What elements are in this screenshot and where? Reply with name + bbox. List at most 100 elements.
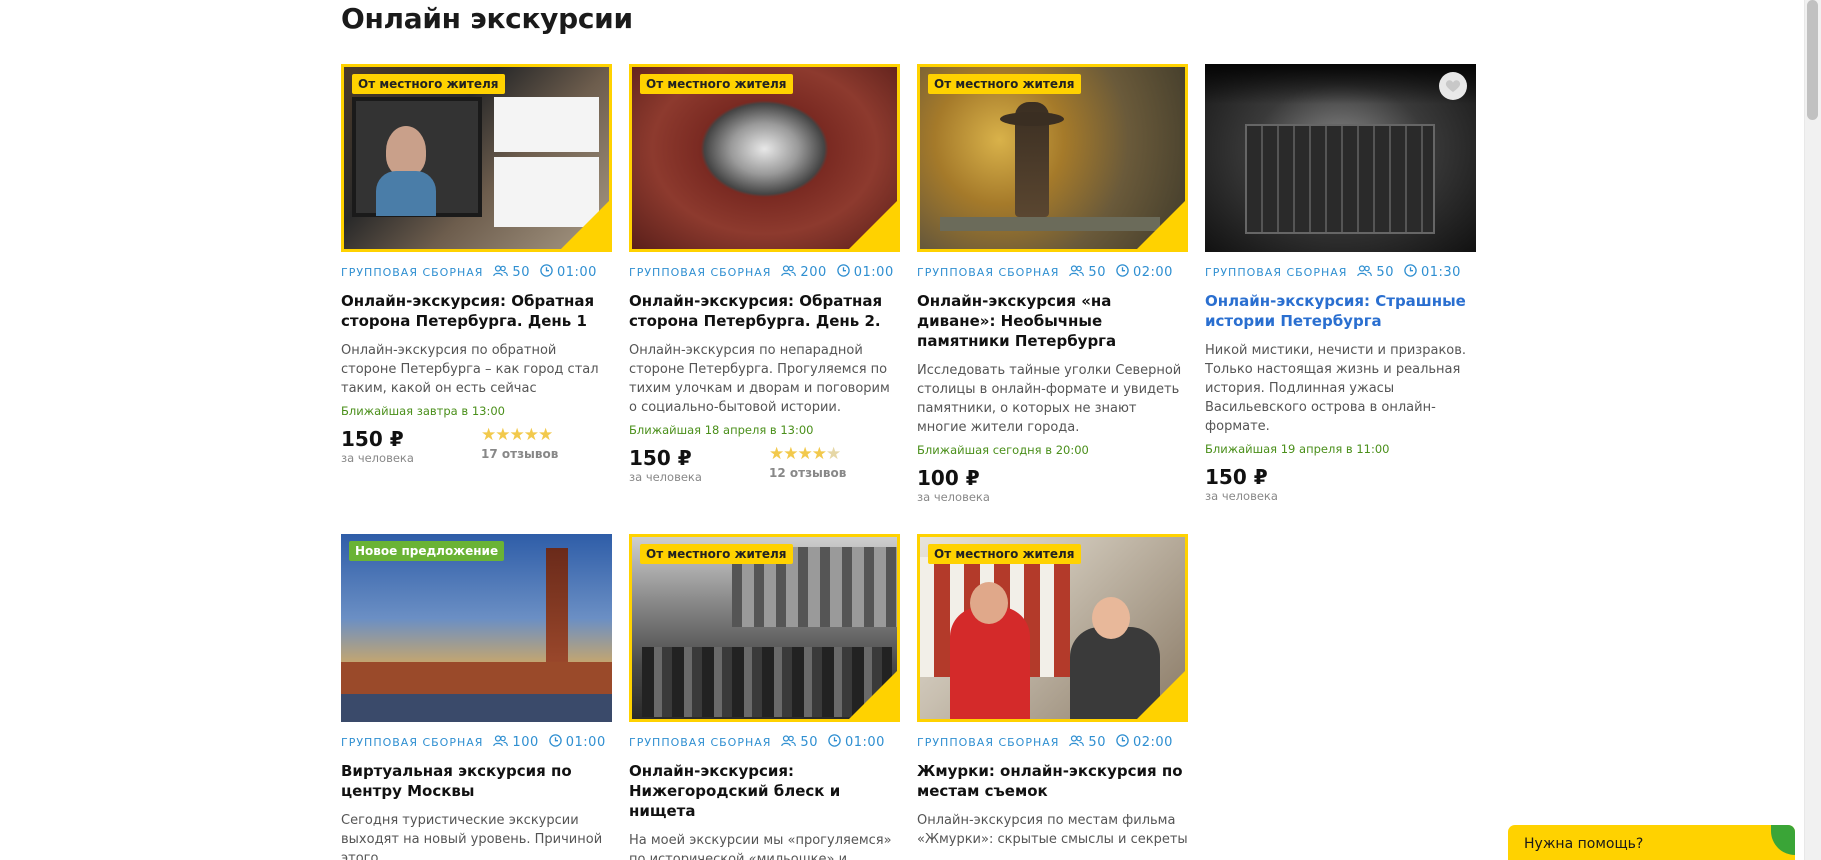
tour-title[interactable]: Жмурки: онлайн-экскурсия по местам съемо… bbox=[917, 761, 1188, 801]
clock-icon bbox=[1116, 734, 1129, 750]
tour-meta: Групповая сборная 50 02:00 bbox=[917, 734, 1188, 750]
tour-photo bbox=[1205, 64, 1476, 252]
tour-card[interactable]: От местного жителя Групповая сборная 200… bbox=[629, 64, 900, 490]
group-size: 100 bbox=[512, 734, 539, 750]
tour-title[interactable]: Онлайн-экскурсия: Страшные истории Петер… bbox=[1205, 291, 1476, 331]
corner-decoration bbox=[847, 669, 897, 719]
tour-image[interactable]: Новое предложение bbox=[341, 534, 612, 722]
favorite-button[interactable] bbox=[1439, 72, 1467, 100]
duration: 02:00 bbox=[1132, 264, 1173, 280]
duration: 01:30 bbox=[1420, 264, 1461, 280]
tour-type: Групповая сборная bbox=[341, 265, 484, 279]
tour-meta: Групповая сборная 100 01:00 bbox=[341, 734, 612, 750]
price-block: 150 ₽ за человека ★★★★★ 17 отзывов bbox=[341, 425, 612, 471]
group-size: 200 bbox=[800, 264, 827, 280]
duration: 01:00 bbox=[844, 734, 885, 750]
tour-type: Групповая сборная bbox=[341, 735, 484, 749]
people-icon bbox=[1069, 734, 1085, 750]
tour-type: Групповая сборная bbox=[629, 735, 772, 749]
tour-title[interactable]: Онлайн-экскурсия: Обратная сторона Петер… bbox=[629, 291, 900, 331]
tour-type: Групповая сборная bbox=[917, 735, 1060, 749]
people-icon bbox=[493, 264, 509, 280]
tour-meta: Групповая сборная 200 01:00 bbox=[629, 264, 900, 280]
reviews-count[interactable]: 12 отзывов bbox=[769, 466, 846, 480]
duration: 01:00 bbox=[565, 734, 606, 750]
local-resident-badge: От местного жителя bbox=[928, 74, 1081, 94]
tour-image[interactable]: От местного жителя bbox=[629, 534, 900, 722]
clock-icon bbox=[540, 264, 553, 280]
group-size: 50 bbox=[1088, 264, 1106, 280]
tour-type: Групповая сборная bbox=[1205, 265, 1348, 279]
local-resident-badge: От местного жителя bbox=[928, 544, 1081, 564]
clock-icon bbox=[1404, 264, 1417, 280]
reviews-count[interactable]: 17 отзывов bbox=[481, 447, 558, 461]
tour-description: Онлайн-экскурсия по местам фильма «Жмурк… bbox=[917, 813, 1188, 847]
tour-title[interactable]: Виртуальная экскурсия по центру Москвы bbox=[341, 761, 612, 801]
local-resident-badge: От местного жителя bbox=[352, 74, 505, 94]
tour-card[interactable]: Групповая сборная 50 01:30 Онлайн-экскур… bbox=[1205, 64, 1476, 509]
per-person-label: за человека bbox=[917, 490, 990, 504]
tour-card[interactable]: От местного жителя Групповая сборная 50 … bbox=[341, 64, 612, 471]
clock-icon bbox=[549, 734, 562, 750]
nearest-date: Ближайшая завтра в 13:00 bbox=[341, 404, 505, 418]
tour-card[interactable]: От местного жителя Групповая сборная 50 … bbox=[917, 64, 1188, 510]
corner-decoration bbox=[559, 199, 609, 249]
help-chat-button[interactable]: Нужна помощь? bbox=[1508, 825, 1795, 860]
heart-icon bbox=[1445, 80, 1461, 92]
clock-icon bbox=[837, 264, 850, 280]
tour-image[interactable] bbox=[1205, 64, 1476, 252]
corner-decoration bbox=[1135, 199, 1185, 249]
tour-meta: Групповая сборная 50 01:00 bbox=[629, 734, 900, 750]
tour-description: Сегодня туристические экскурсии выходят … bbox=[341, 813, 603, 860]
price: 150 ₽ bbox=[1205, 465, 1268, 489]
scrollbar-track[interactable] bbox=[1804, 0, 1821, 860]
duration: 02:00 bbox=[1132, 734, 1173, 750]
tour-type: Групповая сборная bbox=[917, 265, 1060, 279]
corner-decoration bbox=[847, 199, 897, 249]
rating: ★★★★★ 12 отзывов bbox=[769, 444, 846, 480]
leaf-icon bbox=[1771, 825, 1795, 855]
rating-stars-icon: ★★★★★ bbox=[769, 444, 841, 464]
people-icon bbox=[781, 264, 797, 280]
clock-icon bbox=[1116, 264, 1129, 280]
tour-title[interactable]: Онлайн-экскурсия: Обратная сторона Петер… bbox=[341, 291, 612, 331]
new-offer-badge: Новое предложение bbox=[349, 541, 505, 561]
tour-image[interactable]: От местного жителя bbox=[917, 64, 1188, 252]
duration: 01:00 bbox=[556, 264, 597, 280]
tour-type: Групповая сборная bbox=[629, 265, 772, 279]
price-block: 150 ₽ за человека bbox=[1205, 465, 1476, 509]
tour-image[interactable]: От местного жителя bbox=[917, 534, 1188, 722]
rating: ★★★★★ 17 отзывов bbox=[481, 425, 558, 461]
tour-description: Онлайн-экскурсия по обратной стороне Пет… bbox=[341, 343, 599, 396]
tour-image[interactable]: От местного жителя bbox=[629, 64, 900, 252]
price-block: 100 ₽ за человека bbox=[917, 466, 1188, 510]
help-label: Нужна помощь? bbox=[1524, 836, 1644, 852]
price-block: 150 ₽ за человека ★★★★★ 12 отзывов bbox=[629, 444, 900, 490]
tour-description: Онлайн-экскурсия по непарадной стороне П… bbox=[629, 343, 890, 415]
corner-decoration bbox=[1135, 669, 1185, 719]
tour-description: Никой мистики, нечисти и призраков. Толь… bbox=[1205, 343, 1467, 434]
local-resident-badge: От местного жителя bbox=[640, 74, 793, 94]
page-title: Онлайн экскурсии bbox=[341, 2, 633, 35]
tour-card[interactable]: От местного жителя Групповая сборная 50 … bbox=[629, 534, 900, 860]
nearest-date: Ближайшая сегодня в 20:00 bbox=[917, 443, 1089, 457]
tour-image[interactable]: От местного жителя bbox=[341, 64, 612, 252]
price: 150 ₽ bbox=[629, 446, 692, 470]
scrollbar-thumb[interactable] bbox=[1807, 0, 1818, 120]
people-icon bbox=[493, 734, 509, 750]
clock-icon bbox=[828, 734, 841, 750]
local-resident-badge: От местного жителя bbox=[640, 544, 793, 564]
tour-photo bbox=[341, 534, 612, 722]
per-person-label: за человека bbox=[341, 451, 414, 465]
nearest-date: Ближайшая 19 апреля в 11:00 bbox=[1205, 442, 1390, 456]
tour-title[interactable]: Онлайн-экскурсия «на диване»: Необычные … bbox=[917, 291, 1188, 351]
group-size: 50 bbox=[1376, 264, 1394, 280]
tour-title[interactable]: Онлайн-экскурсия: Нижегородский блеск и … bbox=[629, 761, 900, 821]
tour-card[interactable]: От местного жителя Групповая сборная 50 … bbox=[917, 534, 1188, 849]
per-person-label: за человека bbox=[1205, 489, 1278, 503]
tour-description: На моей экскурсии мы «прогуляемся» по ис… bbox=[629, 833, 892, 860]
tour-card[interactable]: Новое предложение Групповая сборная 100 … bbox=[341, 534, 612, 860]
group-size: 50 bbox=[800, 734, 818, 750]
group-size: 50 bbox=[1088, 734, 1106, 750]
tour-meta: Групповая сборная 50 01:00 bbox=[341, 264, 612, 280]
